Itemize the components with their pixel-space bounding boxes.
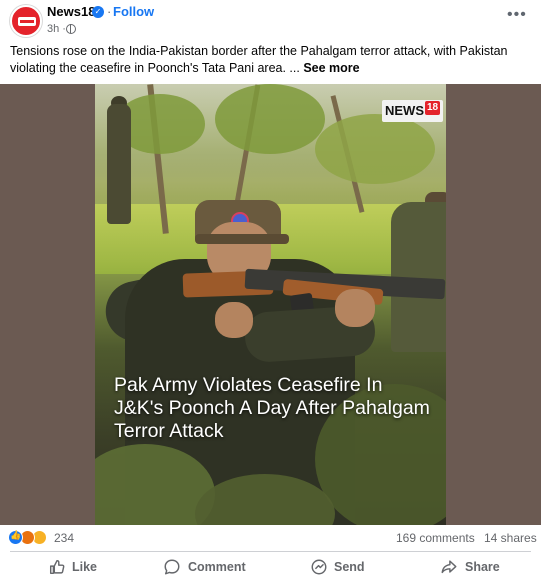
video-headline: Pak Army Violates Ceasefire In J&K's Poo…	[114, 374, 430, 442]
post-stats: 234 169 comments 14 shares	[0, 527, 541, 549]
caption-text: Tensions rose on the India-Pakistan bord…	[10, 44, 508, 75]
page-avatar[interactable]	[10, 5, 42, 37]
share-label: Share	[465, 560, 500, 574]
post-header: News18 ✓ · Follow 3h · •••	[0, 0, 541, 42]
reaction-count[interactable]: 234	[54, 531, 74, 545]
like-icon	[49, 559, 65, 575]
video-frame[interactable]: NEWS 18 Pak Army Violates Ceasefire In J&…	[95, 84, 446, 525]
like-reaction-icon[interactable]	[8, 530, 23, 545]
globe-icon	[66, 24, 76, 34]
more-options-icon[interactable]: •••	[507, 7, 529, 26]
share-button[interactable]: Share	[440, 554, 510, 580]
news18-logo: NEWS 18	[382, 100, 444, 122]
comments-count-link[interactable]: 169 comments	[396, 531, 475, 545]
comment-button[interactable]: Comment	[163, 554, 253, 580]
post-actions: Like Comment Send Share	[0, 554, 541, 582]
send-icon	[311, 559, 327, 575]
verified-badge-icon: ✓	[92, 6, 104, 18]
share-icon	[441, 560, 457, 574]
page-name-link[interactable]: News18	[47, 4, 95, 19]
feed-post: News18 ✓ · Follow 3h · ••• Tensions rose…	[0, 0, 541, 582]
comment-label: Comment	[188, 560, 246, 574]
post-media[interactable]: NEWS 18 Pak Army Violates Ceasefire In J&…	[0, 84, 541, 525]
send-button[interactable]: Send	[310, 554, 380, 580]
like-button[interactable]: Like	[48, 554, 108, 580]
separator-dot: ·	[107, 4, 112, 19]
like-label: Like	[72, 560, 98, 574]
post-timestamp[interactable]: 3h ·	[47, 23, 66, 35]
send-label: Send	[334, 560, 365, 574]
follow-button[interactable]: Follow	[113, 4, 154, 19]
post-caption: Tensions rose on the India-Pakistan bord…	[10, 43, 532, 77]
shares-count-link[interactable]: 14 shares	[484, 531, 537, 545]
divider	[10, 551, 531, 552]
see-more-link[interactable]: See more	[303, 61, 359, 75]
comment-icon	[164, 559, 180, 575]
